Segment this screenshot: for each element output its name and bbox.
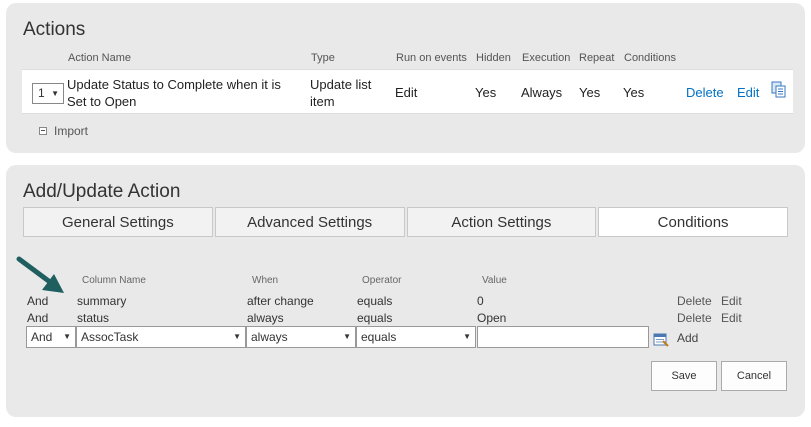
header-when: When [252, 275, 279, 286]
add-update-action-panel: Add/Update Action General Settings Advan… [6, 165, 805, 417]
action-execution: Always [521, 85, 563, 100]
condition-operator: equals [357, 311, 393, 325]
chevron-down-icon: ▼ [51, 89, 59, 98]
condition-join: And [27, 294, 49, 308]
column-select[interactable]: AssocTask ▼ [76, 326, 246, 348]
action-run-on-events: Edit [395, 85, 418, 100]
when-select-value: always [251, 330, 288, 344]
save-button[interactable]: Save [651, 361, 717, 391]
action-order-select[interactable]: 1 ▼ [32, 83, 64, 104]
action-order-value: 1 [38, 86, 45, 100]
header-hidden: Hidden [476, 52, 511, 64]
header-column-name: Column Name [82, 275, 146, 286]
condition-value: 0 [477, 294, 484, 308]
join-select-value: And [31, 330, 53, 344]
actions-panel: Actions Action Name Type Run on events H… [6, 3, 805, 153]
condition-delete-link[interactable]: Delete [677, 311, 712, 325]
action-name-line1: Update Status to Complete when it is [67, 77, 281, 92]
condition-edit-link[interactable]: Edit [721, 294, 742, 308]
value-input[interactable] [477, 326, 649, 348]
header-operator: Operator [362, 275, 402, 286]
chevron-down-icon: ▼ [63, 332, 71, 341]
action-name: Update Status to Complete when it is Set… [67, 76, 281, 110]
chevron-down-icon: ▼ [463, 332, 471, 341]
when-select[interactable]: always ▼ [246, 326, 356, 348]
operator-select-value: equals [361, 330, 397, 344]
condition-when: after change [247, 294, 314, 308]
action-hidden: Yes [475, 85, 497, 100]
condition-when: always [247, 311, 284, 325]
lookup-icon[interactable] [653, 332, 669, 352]
chevron-down-icon: ▼ [233, 332, 241, 341]
action-conditions: Yes [623, 85, 645, 100]
header-conditions: Conditions [624, 52, 676, 64]
cancel-button[interactable]: Cancel [721, 361, 787, 391]
condition-value: Open [477, 311, 507, 325]
header-type: Type [311, 52, 335, 64]
actions-title: Actions [23, 19, 86, 40]
import-toggle[interactable]: Import [39, 124, 88, 138]
condition-column: summary [77, 294, 127, 308]
tab-advanced-settings[interactable]: Advanced Settings [214, 207, 405, 237]
chevron-down-icon: ▼ [343, 332, 351, 341]
header-run-on-events: Run on events [396, 52, 467, 64]
header-repeat: Repeat [579, 52, 615, 64]
add-update-title: Add/Update Action [23, 181, 181, 202]
action-edit-link[interactable]: Edit [737, 84, 759, 101]
header-execution: Execution [522, 52, 571, 64]
header-action-name: Action Name [68, 52, 131, 64]
column-select-value: AssocTask [81, 330, 139, 344]
action-type: Update list item [310, 76, 371, 110]
action-name-line2: Set to Open [67, 94, 137, 109]
condition-operator: equals [357, 294, 393, 308]
action-repeat: Yes [579, 85, 601, 100]
tab-conditions[interactable]: Conditions [598, 207, 788, 237]
join-select[interactable]: And ▼ [26, 326, 76, 348]
tab-general-settings[interactable]: General Settings [23, 207, 213, 237]
tab-action-settings[interactable]: Action Settings [406, 207, 597, 237]
operator-select[interactable]: equals ▼ [356, 326, 476, 348]
condition-delete-link[interactable]: Delete [677, 294, 712, 308]
header-value: Value [482, 275, 507, 286]
action-type-line1: Update list [310, 77, 372, 92]
action-type-line2: item [310, 94, 335, 109]
action-delete-link[interactable]: Delete [686, 84, 724, 101]
condition-column: status [77, 311, 110, 325]
expand-icon [39, 126, 47, 135]
condition-edit-link[interactable]: Edit [721, 311, 742, 325]
settings-tabs: General Settings Advanced Settings Actio… [23, 207, 788, 237]
add-condition-link[interactable]: Add [677, 331, 698, 345]
copy-icon[interactable] [771, 81, 787, 103]
condition-join: And [27, 311, 49, 325]
import-label: Import [54, 124, 89, 138]
